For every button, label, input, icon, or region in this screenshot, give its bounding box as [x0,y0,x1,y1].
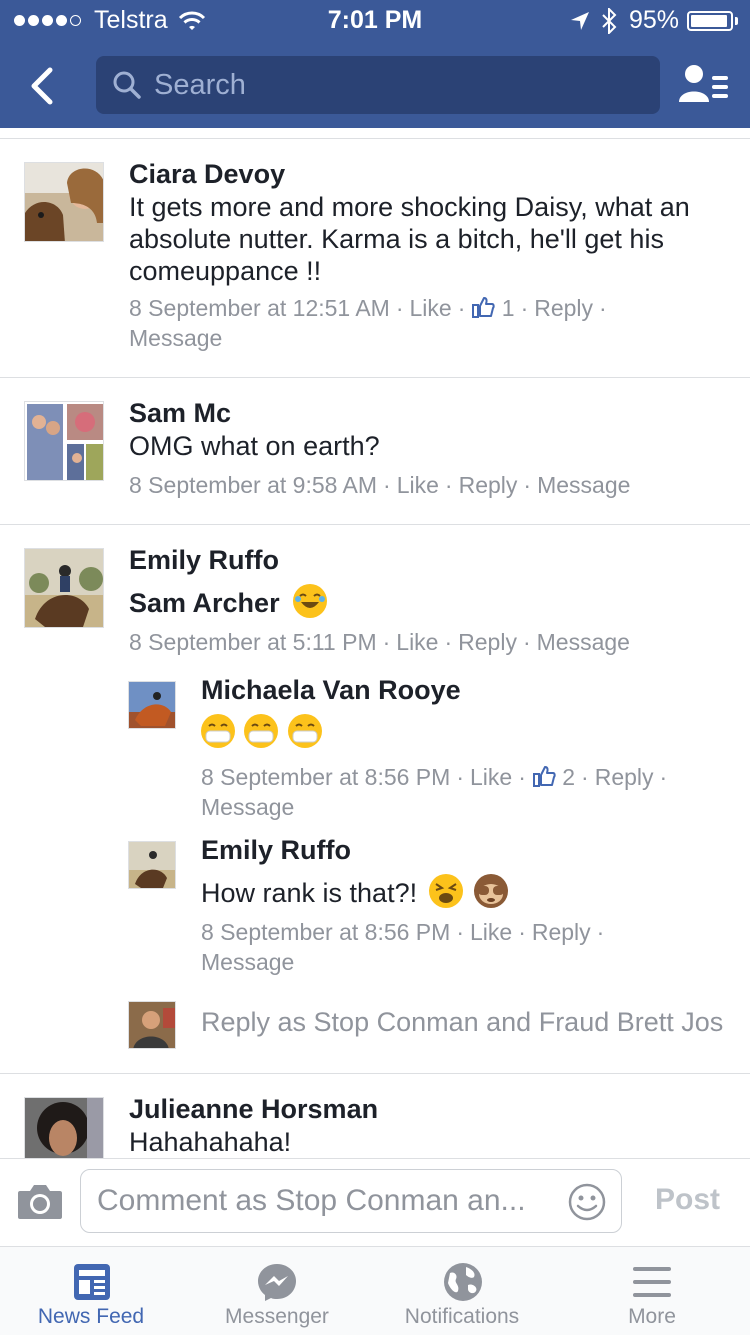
reply-link[interactable]: Reply [534,295,593,321]
like-link[interactable]: Like [396,629,438,655]
post-button[interactable]: Post [655,1183,720,1217]
like-link[interactable]: Like [410,295,452,321]
friends-list-icon[interactable] [678,62,730,108]
tab-label: Messenger [225,1305,329,1328]
reply-link[interactable]: Reply [595,764,654,790]
menu-icon [633,1267,671,1297]
comment-text: It gets more and more shocking Daisy, wh… [129,192,690,286]
comment-meta: 8 September at 9:58 AM · Like · Reply · Messag… [129,472,631,498]
comment-item: Ciara Devoy It gets more and more shocki… [0,139,750,378]
comment-timestamp: 8 September at 9:58 AM [129,472,378,498]
status-indicators: 95% [569,6,738,35]
status-bar: Telstra 7:01 PM 95% [0,0,750,40]
reply-meta: 8 September at 8:56 PM · Like · Reply · Messag… [201,919,605,975]
avatar[interactable] [24,1097,104,1158]
reply-timestamp: 8 September at 8:56 PM [201,764,451,790]
tab-notifications[interactable]: Notifications [370,1247,556,1335]
reply-link[interactable]: Reply [459,472,518,498]
comment-author[interactable]: Sam Mc [129,398,729,429]
message-link[interactable]: Message [537,629,630,655]
avatar[interactable] [128,841,176,889]
mentioned-user[interactable]: Sam Archer [129,588,280,618]
reply-meta: 8 September at 8:56 PM · Like · 2 · Reply · Mes… [201,764,668,820]
like-link[interactable]: Like [397,472,439,498]
tab-label: More [628,1305,676,1328]
comment-text: Hahahahaha! [129,1127,292,1157]
comment-item: Julieanne Horsman Hahahahaha! [0,1074,750,1158]
comment-author[interactable]: Ciara Devoy [129,159,729,190]
location-icon [570,11,589,30]
comment-list[interactable]: Ciara Devoy It gets more and more shocki… [0,128,750,1158]
comment-item: Sam Mc OMG what on earth? 8 September at… [0,378,750,525]
emoji-picker-icon[interactable] [567,1182,607,1222]
globe-icon [444,1263,482,1301]
comment-author[interactable]: Julieanne Horsman [129,1094,729,1125]
reply-timestamp: 8 September at 8:56 PM [201,919,451,945]
reply-link[interactable]: Reply [458,629,517,655]
comment-composer: Comment as Stop Conman an... Post [0,1158,750,1247]
tab-news-feed[interactable]: News Feed [0,1247,186,1335]
app-header: Telstra 7:01 PM 95% Search [0,0,750,128]
search-placeholder: Search [154,68,246,101]
comment-timestamp: 8 September at 5:11 PM [129,629,377,655]
like-count: 1 [501,295,515,321]
tab-bar: News Feed Messenger Notifications More [0,1246,750,1335]
battery-icon [687,10,733,31]
tab-label: News Feed [37,1305,145,1328]
avatar [128,1001,176,1049]
comment-meta: 8 September at 12:51 AM · Like · 1 · Reply · Me… [129,295,607,351]
divider [0,128,750,139]
avatar[interactable] [24,401,104,481]
tab-label: Notifications [404,1305,520,1328]
tears-of-joy-emoji-icon [293,584,328,618]
comment-meta: 8 September at 5:11 PM · Like · Reply · Messag… [129,629,630,655]
avatar[interactable] [24,548,104,628]
reply-link[interactable]: Reply [532,919,591,945]
news-feed-icon [74,1264,110,1300]
search-input[interactable]: Search [96,56,660,114]
avatar[interactable] [128,681,176,729]
search-icon [113,71,141,99]
mask-face-emoji-icon [201,714,235,748]
message-link[interactable]: Message [129,325,222,351]
reply-author[interactable]: Michaela Van Rooye [201,675,741,706]
message-link[interactable]: Message [537,472,630,498]
comment-timestamp: 8 September at 12:51 AM [129,295,390,321]
camera-icon[interactable] [16,1181,64,1221]
comment-author[interactable]: Emily Ruffo [129,545,729,576]
bluetooth-icon [602,7,617,34]
tab-more[interactable]: More [560,1247,746,1335]
comment-placeholder: Comment as Stop Conman an... [97,1184,526,1217]
mask-face-emoji-icon [244,714,279,748]
comment-text: Sam Archer [129,584,729,619]
nav-bar: Search [0,50,750,120]
weary-face-emoji-icon [428,874,463,908]
comment-item: Emily Ruffo Sam Archer 8 September at 5:… [0,525,750,1074]
reply-emojis [201,714,741,754]
avatar[interactable] [24,162,104,242]
like-count-icon [532,766,556,787]
like-count-icon [472,297,496,318]
message-link[interactable]: Message [201,794,294,820]
messenger-icon [258,1264,296,1301]
mask-face-emoji-icon [287,714,322,748]
like-link[interactable]: Like [470,919,512,945]
battery-tip [735,16,738,25]
tab-messenger[interactable]: Messenger [184,1247,370,1335]
like-count: 2 [562,764,576,790]
reply-author[interactable]: Emily Ruffo [201,835,741,866]
chevron-left-icon[interactable] [22,64,66,108]
comment-input[interactable]: Comment as Stop Conman an... [80,1169,622,1233]
comment-text: OMG what on earth? [129,431,380,461]
reply-text: How rank is that?! [201,874,741,909]
reply-as-input[interactable]: Reply as Stop Conman and Fraud Brett Jos [201,1007,750,1038]
message-link[interactable]: Message [201,949,294,975]
see-no-evil-monkey-emoji-icon [474,874,509,908]
battery-percent: 95% [628,6,679,34]
like-link[interactable]: Like [470,764,512,790]
reply-text-content: How rank is that?! [201,878,418,908]
